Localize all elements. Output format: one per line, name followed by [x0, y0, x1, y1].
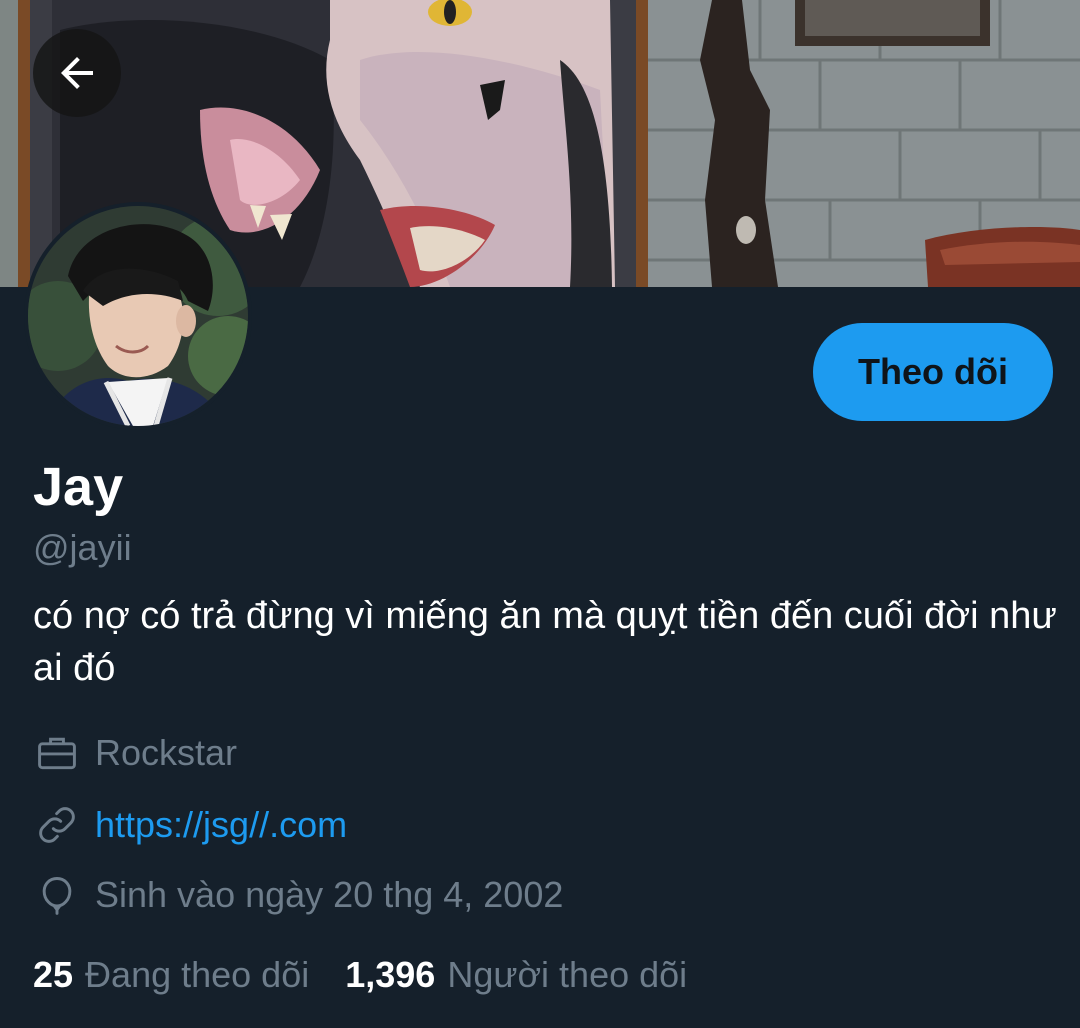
profile-bio: có nợ có trả đừng vì miếng ăn mà quỵt ti… — [33, 595, 1057, 689]
briefcase-icon — [33, 729, 81, 777]
balloon-icon — [33, 871, 81, 919]
birthday-text: Sinh vào ngày 20 thg 4, 2002 — [95, 874, 564, 915]
occupation-text: Rockstar — [95, 732, 238, 773]
back-button[interactable] — [33, 29, 121, 117]
arrow-left-icon — [61, 57, 93, 89]
following-count: 25 — [33, 954, 74, 995]
followers-count: 1,396 — [345, 954, 436, 995]
followers-stat[interactable]: 1,396 Người theo dõi — [345, 954, 687, 996]
follow-button[interactable]: Theo dõi — [813, 323, 1053, 421]
birthday-row: Sinh vào ngày 20 thg 4, 2002 — [33, 870, 563, 920]
link-icon — [33, 801, 81, 849]
profile-avatar[interactable] — [24, 202, 252, 430]
followers-label: Người theo dõi — [447, 954, 688, 995]
following-stat[interactable]: 25 Đang theo dõi — [33, 954, 309, 996]
avatar-image — [28, 206, 248, 426]
follow-stats: 25 Đang theo dõi 1,396 Người theo dõi — [33, 950, 723, 1000]
website-row: https://jsg//.com — [33, 800, 347, 850]
following-label: Đang theo dõi — [85, 954, 310, 995]
occupation-row: Rockstar — [33, 728, 237, 778]
display-name: Jay — [33, 457, 124, 517]
user-handle: @jayii — [33, 527, 132, 568]
website-link[interactable]: https://jsg//.com — [95, 804, 347, 846]
